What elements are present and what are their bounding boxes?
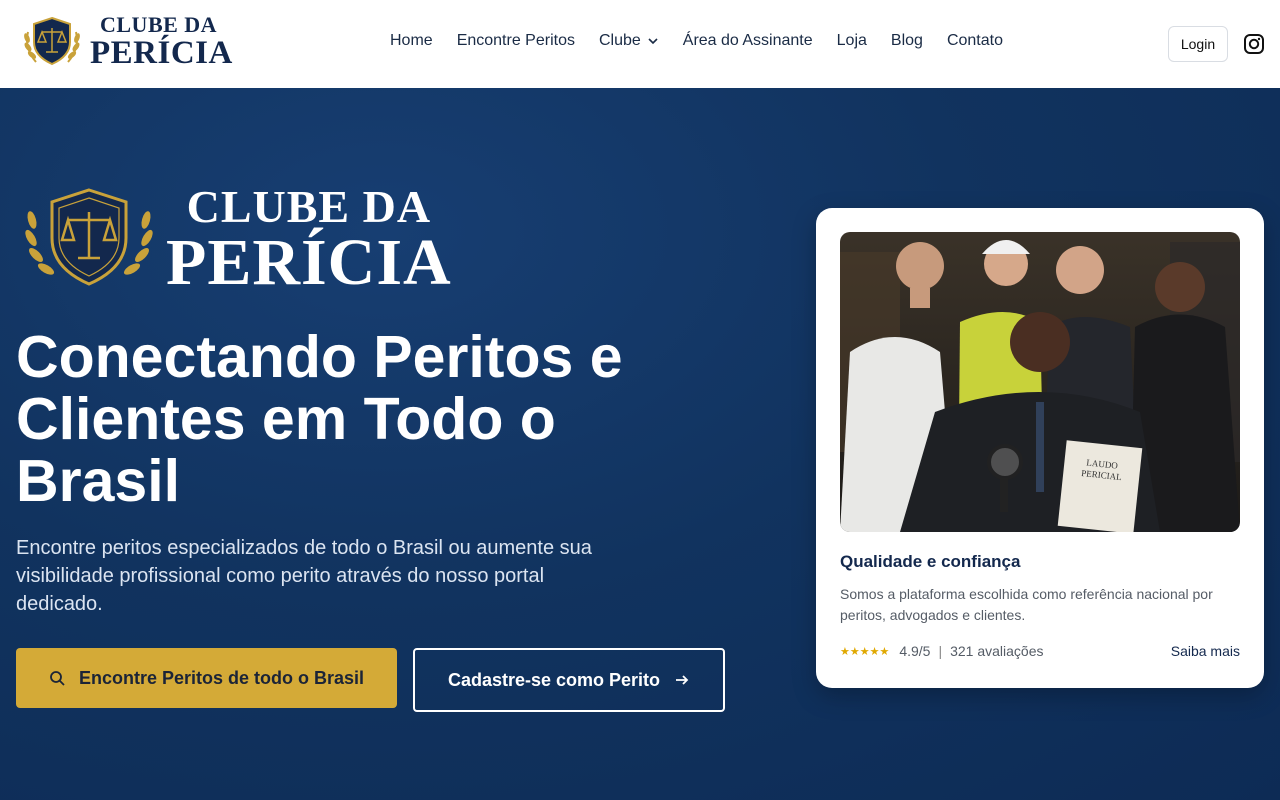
rating-value: 4.9/5 xyxy=(899,643,931,659)
register-expert-label: Cadastre-se como Perito xyxy=(447,669,661,690)
find-experts-label: Encontre Peritos de todo o Brasil xyxy=(78,667,365,688)
instagram-icon[interactable] xyxy=(1243,33,1265,55)
brand-logo[interactable]: CLUBE DA PERÍCIA xyxy=(20,14,233,70)
brand-line-2: PERÍCIA xyxy=(90,35,233,71)
card-text: Somos a plataforma escolhida como referê… xyxy=(840,586,1213,623)
hero-logo: CLUBE DA PERÍCIA xyxy=(22,184,452,296)
nav-clube[interactable]: Clube xyxy=(587,30,671,52)
experts-photo: LAUDO PERICIAL xyxy=(840,232,1240,532)
register-expert-button[interactable]: Cadastre-se como Perito xyxy=(413,648,725,712)
hero-section: CLUBE DA PERÍCIA Conectando Peritos e Cl… xyxy=(0,88,1280,800)
reviews-count: 321 avaliações xyxy=(950,643,1044,659)
scales-crest-icon xyxy=(24,16,80,66)
hero-logo-line-1: CLUBE DA xyxy=(186,181,432,232)
search-icon xyxy=(50,671,65,686)
nav-contato[interactable]: Contato xyxy=(935,30,1015,52)
nav-clube-label: Clube xyxy=(598,32,641,49)
nav-area-assinante[interactable]: Área do Assinante xyxy=(671,30,825,52)
card-footer: ★★★★★ 4.9/5 | 321 avaliações Saiba mais xyxy=(840,643,1240,659)
nav-home[interactable]: Home xyxy=(378,30,445,52)
chevron-down-icon xyxy=(648,38,658,45)
quality-card: LAUDO PERICIAL Qualidade e confiança Som… xyxy=(816,208,1264,688)
card-title: Qualidade e confiança xyxy=(840,552,1021,571)
rating-stars: ★★★★★ xyxy=(840,645,890,658)
hero-subtitle: Encontre peritos especializados de todo … xyxy=(16,537,592,615)
learn-more-link[interactable]: Saiba mais xyxy=(1171,643,1240,659)
scales-crest-icon xyxy=(25,188,153,286)
rating-separator: | xyxy=(938,643,943,659)
arrow-right-icon xyxy=(676,675,689,685)
login-button[interactable]: Login xyxy=(1168,26,1228,62)
main-nav: Home Encontre Peritos Clube Área do Assi… xyxy=(378,30,1015,52)
site-header: CLUBE DA PERÍCIA Home Encontre Peritos C… xyxy=(0,0,1280,88)
hero-logo-line-2: PERÍCIA xyxy=(166,226,452,299)
nav-blog[interactable]: Blog xyxy=(879,30,935,52)
hero-title: Conectando Peritos e Clientes em Todo o … xyxy=(16,324,623,514)
find-experts-button[interactable]: Encontre Peritos de todo o Brasil xyxy=(16,648,397,708)
brand-line-1: CLUBE DA xyxy=(100,12,218,37)
nav-loja[interactable]: Loja xyxy=(825,30,879,52)
nav-encontre-peritos[interactable]: Encontre Peritos xyxy=(445,30,587,52)
